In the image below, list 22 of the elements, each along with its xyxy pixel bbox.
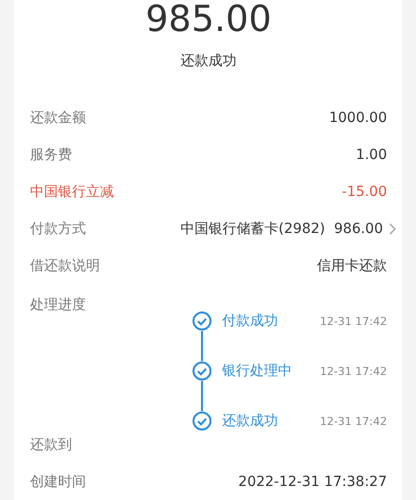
- row-value: 1000.00: [329, 110, 387, 126]
- row-label: 还款金额: [30, 109, 86, 128]
- step-label: 银行处理中: [222, 362, 293, 380]
- step-label: 付款成功: [222, 312, 279, 330]
- row-label: 处理进度: [30, 296, 86, 314]
- row-label: 创建时间: [30, 472, 86, 491]
- row-label: 中国银行立减: [30, 182, 114, 201]
- row-value: -15.00: [342, 184, 387, 200]
- step-time: 12-31 17:42: [320, 364, 387, 378]
- step-time: 12-31 17:42: [320, 314, 387, 328]
- step-time: 12-31 17:42: [320, 414, 387, 428]
- row-label: 付款方式: [30, 220, 86, 238]
- row-value: 2022-12-31 17:38:27: [238, 474, 387, 490]
- amount: 985.00: [146, 0, 272, 40]
- status-text: 还款成功: [180, 52, 236, 70]
- row-label: 服务费: [30, 146, 72, 164]
- row-value: 1.00: [356, 146, 387, 163]
- step-label: 还款成功: [222, 412, 279, 430]
- row-label: 借还款说明: [30, 256, 100, 275]
- row-value[interactable]: 中国银行储蓄卡(2982) 986.00: [180, 220, 383, 238]
- row-label: 还款到: [30, 436, 72, 454]
- row-value: 信用卡还款: [317, 256, 387, 275]
